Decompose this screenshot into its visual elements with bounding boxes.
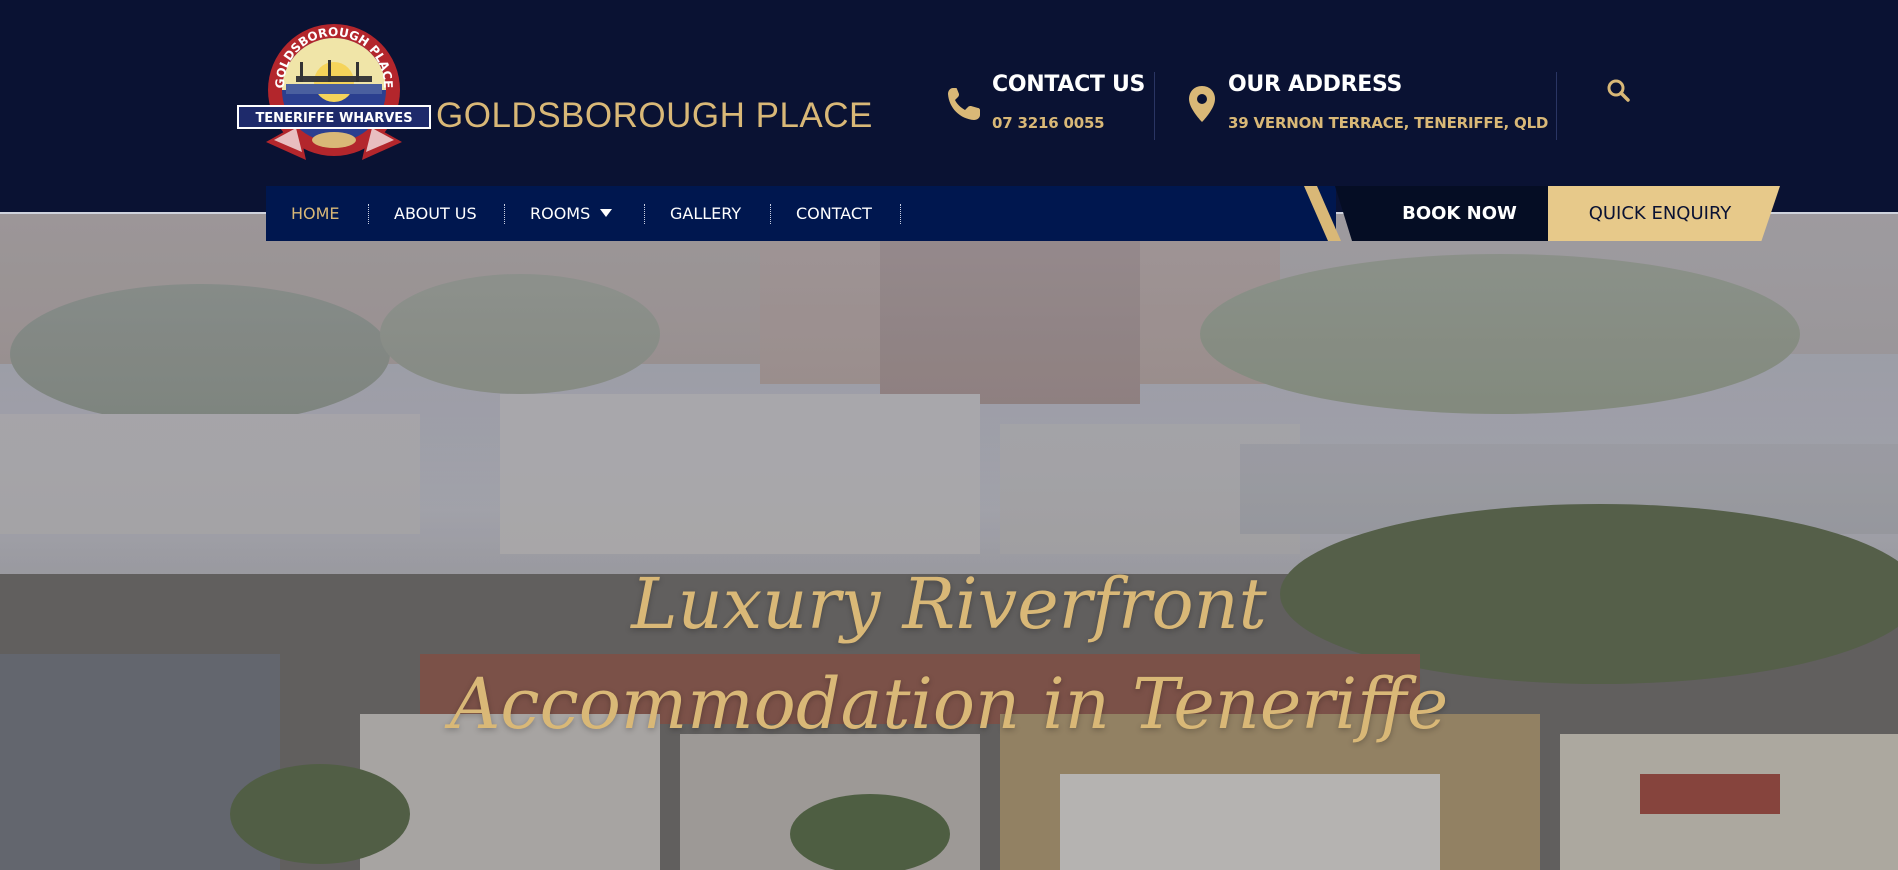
nav-item-home[interactable]: HOME: [291, 186, 340, 241]
search-icon: [1607, 79, 1630, 102]
logo[interactable]: TENERIFFE WHARVES GOLDSBOROUGH PLACE: [236, 24, 432, 174]
nav-item-contact[interactable]: CONTACT: [796, 186, 872, 241]
hero-background-image: [0, 214, 1898, 870]
site-header: TENERIFFE WHARVES GOLDSBOROUGH PLACE GOL…: [0, 0, 1898, 212]
contact-phone[interactable]: 07 3216 0055: [992, 114, 1105, 132]
book-now-button[interactable]: BOOK NOW: [1335, 186, 1561, 241]
hero-title-line1: Luxury Riverfront: [631, 563, 1267, 645]
map-pin-icon: [1189, 86, 1215, 122]
nav-separator: [368, 204, 369, 224]
nav-item-gallery[interactable]: GALLERY: [670, 186, 741, 241]
main-nav: HOME ABOUT US ROOMS GALLERY CONTACT: [266, 186, 1336, 241]
contact-us-block: CONTACT US 07 3216 0055: [944, 72, 1146, 142]
contact-us-title: CONTACT US: [992, 72, 1146, 97]
phone-icon: [948, 88, 980, 120]
logo-emblem: TENERIFFE WHARVES GOLDSBOROUGH PLACE: [237, 24, 431, 160]
nav-item-rooms-label: ROOMS: [530, 204, 591, 223]
search-button[interactable]: [1604, 76, 1634, 106]
address-title: OUR ADDRESS: [1228, 72, 1403, 97]
header-divider: [1556, 72, 1557, 140]
nav-separator: [900, 204, 901, 224]
hero-title: Luxury Riverfront Accommodation in Tener…: [0, 554, 1898, 754]
header-divider: [1154, 72, 1155, 140]
logo-banner-text: TENERIFFE WHARVES: [255, 111, 412, 126]
hero-title-line2: Accommodation in Teneriffe: [449, 663, 1449, 745]
hero-section: Luxury Riverfront Accommodation in Tener…: [0, 214, 1898, 870]
nav-item-rooms[interactable]: ROOMS: [530, 186, 613, 241]
chevron-down-icon: [600, 209, 613, 217]
address-block: OUR ADDRESS 39 VERNON TERRACE, TENERIFFE…: [1180, 72, 1548, 142]
nav-separator: [504, 204, 505, 224]
nav-separator: [644, 204, 645, 224]
nav-item-about-us[interactable]: ABOUT US: [394, 186, 477, 241]
address-text: 39 VERNON TERRACE, TENERIFFE, QLD: [1228, 114, 1549, 132]
brand-name[interactable]: GOLDSBOROUGH PLACE: [436, 96, 873, 136]
quick-enquiry-button[interactable]: QUICK ENQUIRY: [1548, 186, 1780, 241]
nav-separator: [770, 204, 771, 224]
